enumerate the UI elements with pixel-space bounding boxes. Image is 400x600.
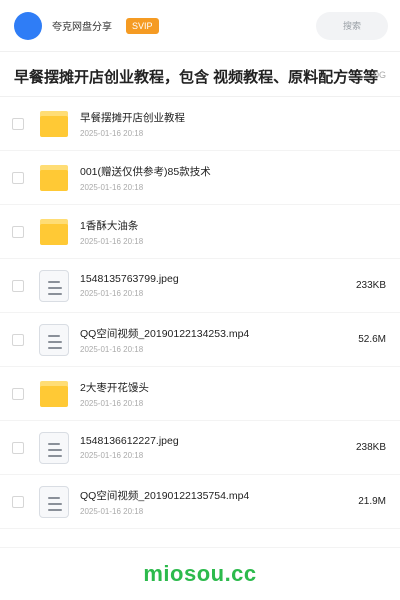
file-date: 2025-01-16 20:18: [80, 398, 144, 408]
file-name[interactable]: 1香酥大油条: [80, 218, 386, 233]
file-name[interactable]: 001(赠送仅供参考)85款技术: [80, 164, 386, 179]
file-size: 238KB: [355, 442, 386, 453]
svip-badge: SVIP: [126, 17, 159, 34]
file-date: 2025-01-16 20:18: [80, 289, 144, 298]
file-meta: 早餐摆摊开店创业教程 2025-01-16 20:18: [80, 110, 386, 138]
document-icon: [39, 431, 69, 464]
share-title-row: 早餐摆摊开店创业教程，包含 视频教程、原料配方等等 0G: [0, 52, 400, 97]
file-row[interactable]: 1香酥大油条 2025-01-16 20:18: [0, 205, 400, 259]
file-name[interactable]: 1548135763799.jpeg: [80, 273, 356, 285]
file-row[interactable]: 2大枣开花馒头 2025-01-16 20:18: [0, 367, 400, 421]
file-meta: 2大枣开花馒头 2025-01-16 20:18: [80, 380, 386, 408]
document-icon: [39, 485, 69, 518]
file-name[interactable]: 1548136612227.jpeg: [80, 435, 356, 447]
file-date: 2025-01-16 20:18: [80, 344, 144, 354]
owner-name[interactable]: 夸克网盘分享: [52, 18, 112, 33]
brand-watermark: miosou.cc: [143, 561, 257, 586]
file-type-icon-wrap: [38, 323, 70, 357]
file-list: 早餐摆摊开店创业教程 2025-01-16 20:18 001(赠送仅供参考)85款…: [0, 97, 400, 529]
folder-icon: [40, 218, 68, 245]
file-row[interactable]: 早餐摆摊开店创业教程 2025-01-16 20:18: [0, 97, 400, 151]
document-icon: [39, 269, 69, 302]
file-meta: 1香酥大油条 2025-01-16 20:18: [80, 218, 386, 246]
share-title: 早餐摆摊开店创业教程，包含 视频教程、原料配方等等: [14, 69, 379, 86]
file-date: 2025-01-16 20:18: [80, 451, 144, 460]
file-type-icon-wrap: [38, 485, 70, 519]
file-size: 233KB: [355, 280, 386, 291]
file-meta: QQ空间视频_20190122135754.mp4 2025-01-16 20:1…: [80, 488, 358, 516]
row-checkbox[interactable]: [12, 117, 24, 130]
row-checkbox[interactable]: [12, 171, 24, 184]
file-name[interactable]: 2大枣开花馒头: [80, 380, 386, 395]
file-date: 2025-01-16 20:18: [80, 128, 144, 138]
file-date: 2025-01-16 20:18: [80, 236, 144, 246]
file-name[interactable]: QQ空间视频_20190122134253.mp4: [80, 326, 358, 341]
folder-icon: [40, 110, 68, 137]
file-type-icon-wrap: [38, 431, 70, 465]
file-date: 2025-01-16 20:18: [80, 506, 144, 516]
file-meta: 001(赠送仅供参考)85款技术 2025-01-16 20:18: [80, 164, 386, 192]
file-meta: 1548136612227.jpeg 2025-01-16 20:18: [80, 435, 356, 460]
row-checkbox[interactable]: [12, 225, 24, 238]
file-date: 2025-01-16 20:18: [80, 182, 144, 192]
folder-icon: [40, 380, 68, 407]
file-row[interactable]: QQ空间视频_20190122134253.mp4 2025-01-16 20:1…: [0, 313, 400, 367]
file-size: 21.9M: [358, 496, 386, 507]
share-title-suffix: 0G: [373, 70, 386, 80]
file-type-icon-wrap: [38, 161, 70, 195]
file-row[interactable]: 001(赠送仅供参考)85款技术 2025-01-16 20:18: [0, 151, 400, 205]
file-size: 52.6M: [358, 334, 386, 345]
document-icon: [39, 323, 69, 356]
file-meta: 1548135763799.jpeg 2025-01-16 20:18: [80, 273, 356, 298]
row-checkbox[interactable]: [12, 279, 24, 292]
file-type-icon-wrap: [38, 377, 70, 411]
row-checkbox[interactable]: [12, 387, 24, 400]
row-checkbox[interactable]: [12, 333, 24, 346]
search-button[interactable]: 搜索: [316, 11, 388, 40]
file-row[interactable]: 1548136612227.jpeg 2025-01-16 20:18 238KB: [0, 421, 400, 475]
avatar[interactable]: [14, 11, 42, 40]
file-row[interactable]: 1548135763799.jpeg 2025-01-16 20:18 233KB: [0, 259, 400, 313]
file-name[interactable]: QQ空间视频_20190122135754.mp4: [80, 488, 358, 503]
row-checkbox[interactable]: [12, 495, 24, 508]
file-name[interactable]: 早餐摆摊开店创业教程: [80, 110, 386, 125]
file-type-icon-wrap: [38, 107, 70, 141]
footer: miosou.cc: [0, 547, 400, 600]
file-row[interactable]: QQ空间视频_20190122135754.mp4 2025-01-16 20:1…: [0, 475, 400, 529]
folder-icon: [40, 164, 68, 191]
search-label: 搜索: [342, 21, 361, 31]
header-bar: 夸克网盘分享 SVIP 搜索: [0, 0, 400, 52]
file-meta: QQ空间视频_20190122134253.mp4 2025-01-16 20:1…: [80, 326, 358, 354]
file-type-icon-wrap: [38, 269, 70, 303]
row-checkbox[interactable]: [12, 441, 24, 454]
file-type-icon-wrap: [38, 215, 70, 249]
